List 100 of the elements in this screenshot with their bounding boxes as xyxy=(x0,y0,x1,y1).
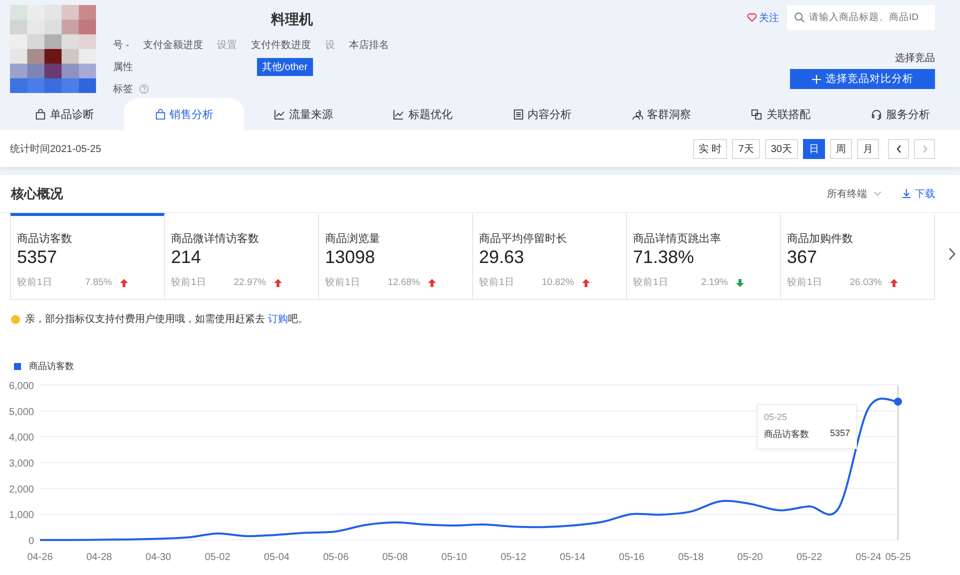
axis-label: 05-24 xyxy=(856,552,882,563)
axis-label: 04-30 xyxy=(146,552,172,563)
change-value: 2.19% xyxy=(701,277,728,288)
axis-label: 4,000 xyxy=(8,432,34,444)
people-icon xyxy=(632,108,644,120)
metric-value: 5357 xyxy=(17,247,58,268)
change-value: 26.03% xyxy=(850,277,882,288)
subscribe-link[interactable]: 订购 xyxy=(268,314,288,325)
chevron-left-icon xyxy=(894,144,902,154)
tab[interactable]: 销售分析 xyxy=(124,98,244,130)
compare-label: 较前1日 xyxy=(171,276,208,289)
axis-label: 05-08 xyxy=(382,552,408,563)
axis-label: 2,000 xyxy=(8,484,34,496)
metric-name: 商品平均停留时长 xyxy=(479,232,568,246)
follow-button[interactable]: 关注 xyxy=(747,10,779,24)
axis-label: 05-12 xyxy=(500,552,526,563)
axis-label: 04-28 xyxy=(86,552,112,563)
compare-caption: 选择竞品 xyxy=(895,52,935,65)
warning-icon xyxy=(11,314,20,324)
previous-button[interactable] xyxy=(888,138,909,158)
period-button[interactable]: 30天 xyxy=(764,138,798,158)
axis-label: 05-18 xyxy=(678,552,704,563)
headset-icon xyxy=(870,108,882,120)
stat-time: 统计时间2021-05-25 xyxy=(10,142,102,156)
terminal-dropdown[interactable]: 所有终端 xyxy=(827,186,882,200)
axis-label: 05-04 xyxy=(264,552,290,563)
doc-icon xyxy=(512,108,524,120)
metric-card[interactable]: 商品微详情访客数 214 较前1日 22.97% xyxy=(164,213,319,300)
period-button[interactable]: 日 xyxy=(803,138,825,158)
data-point xyxy=(894,398,902,406)
compare-label: 较前1日 xyxy=(787,276,824,289)
info-label: 支付件数进度 xyxy=(251,38,312,52)
tooltip-label: 商品访客数 xyxy=(764,428,809,441)
heart-icon xyxy=(747,13,757,22)
chevron-down-icon xyxy=(873,191,882,196)
metric-name: 商品浏览量 xyxy=(325,232,381,246)
axis-label: 05-16 xyxy=(618,552,645,563)
section-title: 核心概况 xyxy=(11,184,64,202)
tab[interactable]: 客群洞察 xyxy=(602,98,722,130)
tab[interactable]: 单品诊断 xyxy=(5,98,124,130)
tooltip-value: 5357 xyxy=(830,428,850,440)
compare-label: 较前1日 xyxy=(633,276,670,289)
tab[interactable]: 服务分析 xyxy=(840,98,960,130)
chevron-right-icon xyxy=(948,247,956,261)
tab[interactable]: 内容分析 xyxy=(482,98,602,130)
download-icon xyxy=(902,189,911,198)
product-title: 料理机 xyxy=(271,11,313,29)
tab[interactable]: 关联搭配 xyxy=(721,98,841,130)
legend-label[interactable]: 商品访客数 xyxy=(29,360,74,373)
metric-value: 214 xyxy=(171,247,202,268)
chart-icon xyxy=(393,108,404,120)
period-button[interactable]: 实 时 xyxy=(692,138,728,158)
metric-name: 商品加购件数 xyxy=(787,232,854,246)
tab[interactable]: 标题优化 xyxy=(363,98,482,130)
chevron-right-icon xyxy=(920,144,928,154)
axis-label: 3,000 xyxy=(8,458,34,470)
bag-icon xyxy=(35,108,46,120)
bag-icon xyxy=(154,108,166,120)
download-link[interactable]: 下载 xyxy=(902,186,935,200)
axis-label: 04-26 xyxy=(27,552,53,563)
axis-label: 05-02 xyxy=(204,552,230,563)
axis-label: 05-22 xyxy=(796,552,822,563)
tab[interactable]: 流量来源 xyxy=(244,98,364,130)
axis-label: 0 xyxy=(28,536,34,547)
metric-value: 29.63 xyxy=(479,247,526,268)
info-label: 号 - xyxy=(113,38,130,52)
plus-icon xyxy=(812,74,820,84)
compare-button[interactable]: 选择竞品对比分析 xyxy=(790,69,935,89)
metric-card[interactable]: 商品加购件数 367 较前1日 26.03% xyxy=(780,213,935,300)
change-value: 10.82% xyxy=(542,277,574,288)
metric-name: 商品访客数 xyxy=(17,232,73,246)
compare-label: 较前1日 xyxy=(17,276,54,289)
period-button[interactable]: 7天 xyxy=(732,138,760,158)
metric-value: 13098 xyxy=(325,247,376,268)
link-icon xyxy=(751,108,762,120)
chart-icon xyxy=(274,108,285,120)
period-button[interactable]: 月 xyxy=(857,138,879,158)
attribute-tag: 其他/other xyxy=(257,58,313,76)
metric-card[interactable]: 商品浏览量 13098 较前1日 12.68% xyxy=(318,213,473,300)
info-label: 标签 xyxy=(113,82,133,96)
metric-card[interactable]: 商品平均停留时长 29.63 较前1日 10.82% xyxy=(472,213,627,300)
period-button[interactable]: 周 xyxy=(830,138,852,158)
axis-label: 05-20 xyxy=(737,552,763,563)
search-field[interactable]: 请输入商品标题、商品ID xyxy=(787,5,935,30)
axis-label: 05-10 xyxy=(441,552,467,563)
change-value: 12.68% xyxy=(388,277,420,288)
metric-value: 367 xyxy=(787,247,818,268)
metric-card[interactable]: 商品访客数 5357 较前1日 7.85% xyxy=(10,213,165,300)
info-label: 属性 xyxy=(113,60,133,74)
tooltip-date: 05-25 xyxy=(764,412,788,422)
change-value: 22.97% xyxy=(234,277,266,288)
notice-text: 亲，部分指标仅支持付费用户使用哦，如需使用赶紧去 订购吧。 xyxy=(25,312,308,326)
metric-name: 商品详情页跳出率 xyxy=(633,232,722,246)
axis-label: 5,000 xyxy=(8,406,34,418)
metric-value: 71.38% xyxy=(633,247,696,268)
axis-label: 05-25 xyxy=(885,552,911,563)
compare-label: 较前1日 xyxy=(479,276,516,289)
compare-label: 较前1日 xyxy=(325,276,362,289)
metric-card[interactable]: 商品详情页跳出率 71.38% 较前1日 2.19% xyxy=(626,213,781,300)
axis-label: 6,000 xyxy=(8,381,34,392)
